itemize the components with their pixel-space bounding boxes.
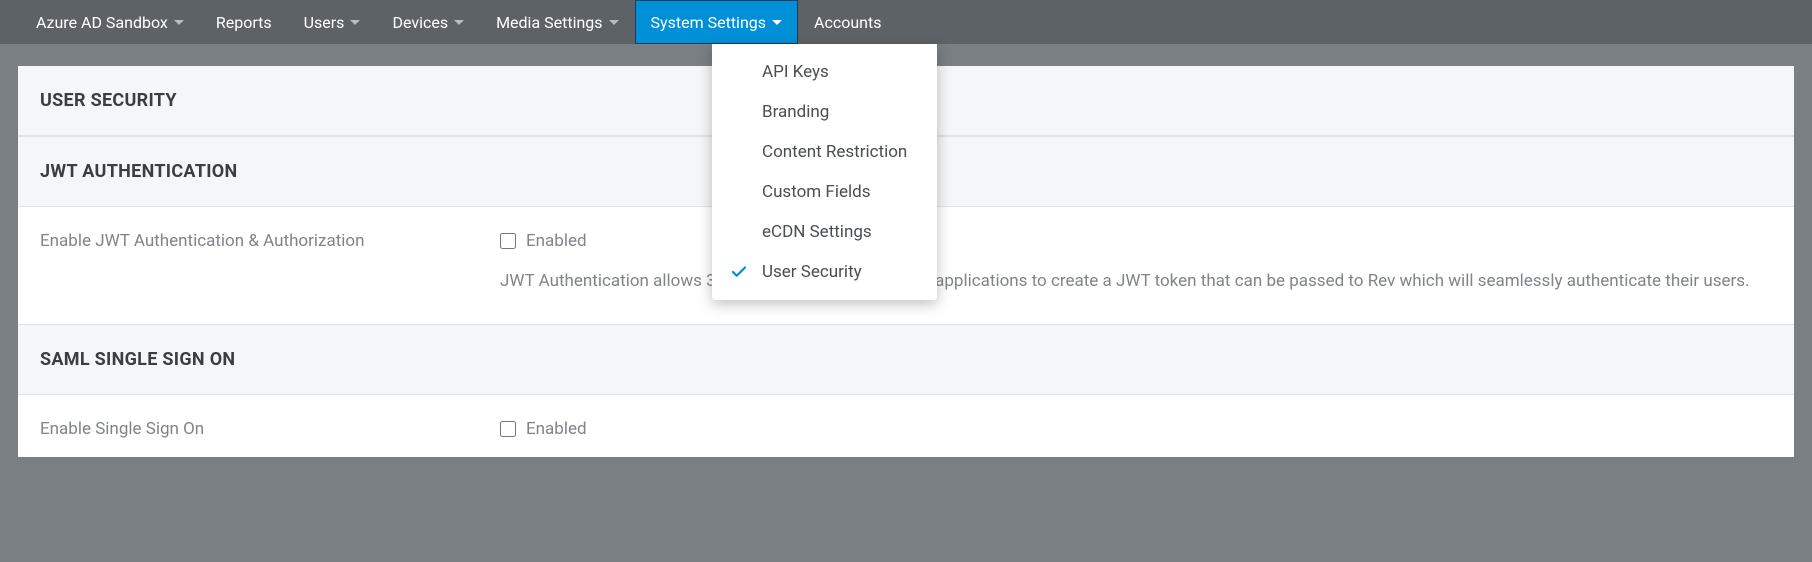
dropdown-item-user-security[interactable]: User Security bbox=[712, 252, 937, 292]
nav-label: Devices bbox=[392, 13, 448, 32]
nav-reports[interactable]: Reports bbox=[200, 0, 288, 44]
nav-label: System Settings bbox=[651, 13, 766, 32]
jwt-enabled-toggle[interactable]: Enabled bbox=[500, 231, 1772, 251]
nav-label: Media Settings bbox=[496, 13, 602, 32]
jwt-help-text: JWT Authentication allows 3rd party deve… bbox=[500, 269, 1772, 316]
checkbox-label: Enabled bbox=[526, 419, 587, 439]
nav-azure-ad-sandbox[interactable]: Azure AD Sandbox bbox=[20, 0, 200, 44]
dropdown-item-label: Custom Fields bbox=[762, 182, 870, 202]
caret-down-icon bbox=[609, 20, 619, 25]
caret-down-icon bbox=[174, 20, 184, 25]
dropdown-item-api-keys[interactable]: API Keys bbox=[712, 52, 937, 92]
dropdown-item-ecdn-settings[interactable]: eCDN Settings bbox=[712, 212, 937, 252]
caret-down-icon bbox=[350, 20, 360, 25]
jwt-field-control: Enabled JWT Authentication allows 3rd pa… bbox=[500, 231, 1772, 316]
dropdown-item-label: User Security bbox=[762, 262, 862, 282]
dropdown-item-label: API Keys bbox=[762, 62, 829, 82]
caret-down-icon bbox=[772, 20, 782, 25]
dropdown-item-label: Content Restriction bbox=[762, 142, 907, 162]
nav-label: Reports bbox=[216, 13, 272, 32]
section-header-saml: SAML SINGLE SIGN ON bbox=[18, 324, 1794, 395]
saml-enabled-toggle[interactable]: Enabled bbox=[500, 419, 1772, 439]
dropdown-item-content-restriction[interactable]: Content Restriction bbox=[712, 132, 937, 172]
nav-devices[interactable]: Devices bbox=[376, 0, 480, 44]
section-title: JWT AUTHENTICATION bbox=[40, 161, 237, 182]
check-icon bbox=[730, 263, 748, 281]
nav-label: Users bbox=[304, 13, 345, 32]
saml-field-row: Enable Single Sign On Enabled bbox=[18, 395, 1794, 457]
nav-label: Azure AD Sandbox bbox=[36, 13, 168, 32]
saml-field-control: Enabled bbox=[500, 419, 1772, 457]
nav-accounts[interactable]: Accounts bbox=[798, 0, 897, 44]
jwt-field-label: Enable JWT Authentication & Authorizatio… bbox=[40, 231, 500, 316]
dropdown-item-custom-fields[interactable]: Custom Fields bbox=[712, 172, 937, 212]
caret-down-icon bbox=[454, 20, 464, 25]
top-navbar: Azure AD Sandbox Reports Users Devices M… bbox=[0, 0, 1812, 44]
jwt-enabled-checkbox[interactable] bbox=[500, 233, 516, 249]
saml-field-label: Enable Single Sign On bbox=[40, 419, 500, 457]
section-title: SAML SINGLE SIGN ON bbox=[40, 349, 235, 370]
nav-label: Accounts bbox=[814, 13, 881, 32]
checkbox-label: Enabled bbox=[526, 231, 587, 251]
dropdown-item-label: eCDN Settings bbox=[762, 222, 872, 242]
nav-users[interactable]: Users bbox=[288, 0, 377, 44]
nav-system-settings[interactable]: System Settings bbox=[635, 0, 798, 44]
dropdown-item-label: Branding bbox=[762, 102, 829, 122]
system-settings-dropdown: API Keys Branding Content Restriction Cu… bbox=[712, 44, 937, 300]
dropdown-item-branding[interactable]: Branding bbox=[712, 92, 937, 132]
section-title: USER SECURITY bbox=[40, 90, 177, 111]
nav-media-settings[interactable]: Media Settings bbox=[480, 0, 634, 44]
saml-enabled-checkbox[interactable] bbox=[500, 421, 516, 437]
